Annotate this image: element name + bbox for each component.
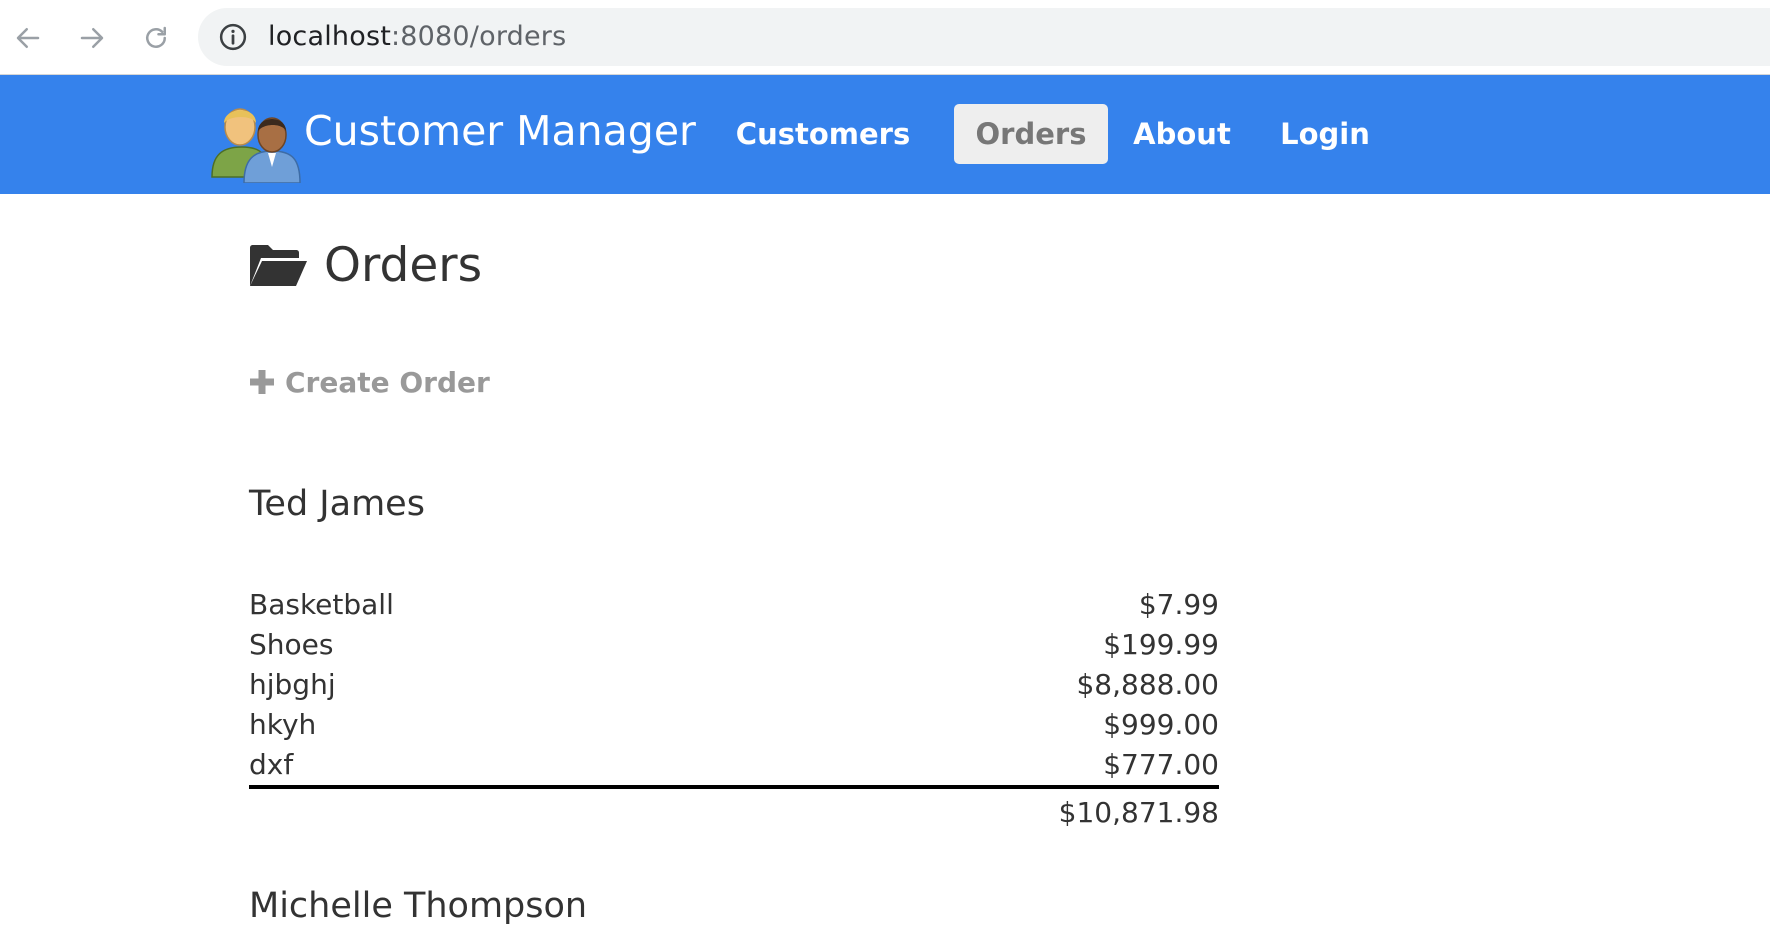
order-product: dxf bbox=[249, 745, 710, 789]
url-host: localhost bbox=[268, 21, 391, 52]
page-title: Orders bbox=[324, 237, 483, 293]
order-amount: $7.99 bbox=[1138, 588, 1219, 621]
order-product: Basketball bbox=[249, 588, 394, 621]
order-product: hjbghj bbox=[249, 668, 336, 701]
address-bar[interactable]: localhost:8080/orders bbox=[198, 8, 1770, 66]
order-amount: $777.00 bbox=[709, 745, 1219, 789]
order-amount: $8,888.00 bbox=[1076, 668, 1219, 701]
reload-button[interactable] bbox=[136, 18, 176, 58]
reload-icon bbox=[146, 26, 166, 48]
customer-name: Michelle Thompson bbox=[249, 886, 588, 926]
arrow-left-icon bbox=[16, 28, 40, 48]
url-path: :8080/orders bbox=[391, 21, 567, 52]
order-amount: $999.00 bbox=[1103, 708, 1219, 741]
order-row: Shoes $199.99 bbox=[249, 625, 1219, 665]
brand-title[interactable]: Customer Manager bbox=[304, 105, 696, 157]
page-header: Orders bbox=[248, 232, 482, 298]
nav-orders[interactable]: Orders bbox=[954, 104, 1108, 164]
customer-name: Ted James bbox=[249, 484, 425, 524]
order-amount: $199.99 bbox=[1103, 628, 1219, 661]
nav-customers[interactable]: Customers bbox=[736, 104, 910, 164]
nav-about[interactable]: About bbox=[1122, 104, 1242, 164]
create-order-link[interactable]: Create Order bbox=[249, 360, 490, 404]
app-navbar: Customer Manager Customers Orders About … bbox=[0, 75, 1770, 194]
order-row: hjbghj $8,888.00 bbox=[249, 665, 1219, 705]
order-row: Basketball $7.99 bbox=[249, 585, 1219, 625]
orders-table: Basketball $7.99 Shoes $199.99 hjbghj $8… bbox=[249, 585, 1219, 835]
info-icon[interactable] bbox=[218, 22, 248, 52]
order-total-row: $10,871.98 bbox=[249, 787, 1219, 835]
order-row: hkyh $999.00 bbox=[249, 705, 1219, 745]
order-product: Shoes bbox=[249, 628, 334, 661]
nav-login[interactable]: Login bbox=[1270, 104, 1380, 164]
order-product: hkyh bbox=[249, 708, 317, 741]
browser-toolbar: localhost:8080/orders bbox=[0, 0, 1770, 75]
url-text[interactable]: localhost:8080/orders bbox=[268, 21, 566, 53]
total-spacer bbox=[249, 787, 709, 835]
order-row: dxf $777.00 bbox=[249, 745, 1219, 789]
folder-open-icon bbox=[250, 245, 307, 286]
arrow-right-icon bbox=[80, 28, 104, 48]
plus-icon bbox=[250, 370, 274, 394]
create-order-label: Create Order bbox=[285, 365, 490, 399]
order-total: $10,871.98 bbox=[1058, 796, 1219, 829]
people-logo bbox=[211, 108, 301, 183]
forward-button[interactable] bbox=[72, 18, 112, 58]
back-button[interactable] bbox=[8, 18, 48, 58]
